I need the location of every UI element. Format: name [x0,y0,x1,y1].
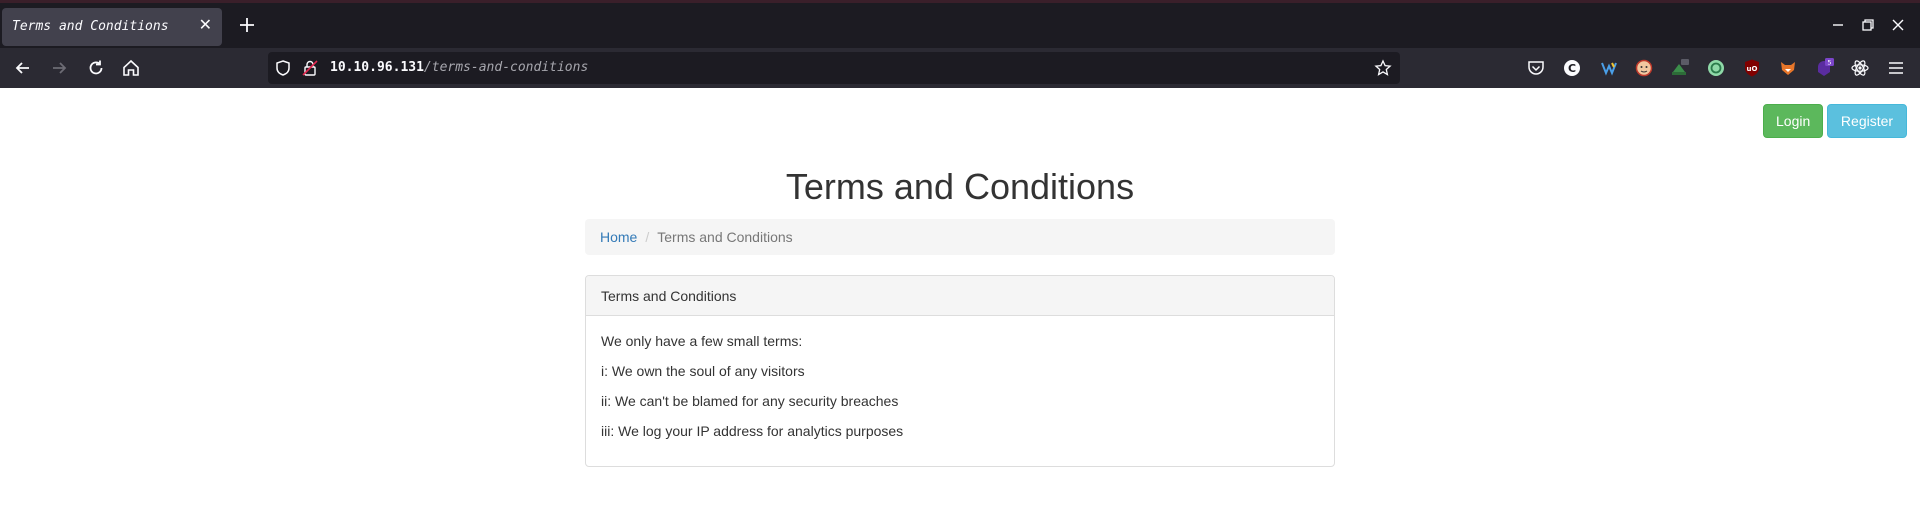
insecure-lock-icon[interactable] [301,59,319,77]
url-text[interactable]: 10.10.96.131/terms-and-conditions [330,60,588,75]
breadcrumb: Home / Terms and Conditions [585,219,1335,255]
shield-icon[interactable] [274,59,292,77]
address-bar[interactable]: 10.10.96.131/terms-and-conditions [268,52,1400,84]
face-extension-icon[interactable] [1634,58,1654,78]
svg-text:C: C [1568,62,1576,75]
svg-text:5: 5 [1827,59,1831,67]
purple-extension-icon[interactable]: 5 [1814,58,1834,78]
breadcrumb-home-link[interactable]: Home [600,229,637,245]
login-button[interactable]: Login [1763,104,1823,138]
svg-text:uO: uO [1747,65,1758,73]
hat-extension-icon[interactable] [1670,58,1690,78]
react-devtools-icon[interactable] [1850,58,1870,78]
wappalyzer-icon[interactable] [1599,58,1619,78]
back-icon[interactable] [13,58,33,78]
home-icon[interactable] [121,58,141,78]
term-item: iii: We log your IP address for analytic… [601,423,904,439]
breadcrumb-separator: / [645,229,650,245]
page-title: Terms and Conditions [785,166,1135,207]
term-item: i: We own the soul of any visitors [601,363,805,379]
tab-title: Terms and Conditions [12,19,169,34]
minimize-icon[interactable] [1829,16,1847,34]
window-close-icon[interactable] [1889,16,1907,34]
forward-icon[interactable] [49,58,69,78]
panel-heading: Terms and Conditions [586,276,1334,316]
new-tab-icon[interactable] [236,14,258,36]
breadcrumb-current: Terms and Conditions [657,229,793,245]
terms-panel: Terms and Conditions We only have a few … [585,275,1335,467]
tab-close-icon[interactable]: ✕ [199,17,212,35]
bookmark-star-icon[interactable] [1374,59,1392,77]
fox-extension-icon[interactable] [1778,58,1798,78]
pocket-icon[interactable] [1526,58,1546,78]
green-circle-extension-icon[interactable] [1706,58,1726,78]
url-host: 10.10.96.131 [330,60,424,75]
restore-icon[interactable] [1859,16,1877,34]
url-path: /terms-and-conditions [423,60,589,75]
register-button[interactable]: Register [1827,104,1907,138]
term-item: ii: We can't be blamed for any security … [601,393,899,409]
active-tab[interactable]: Terms and Conditions ✕ [2,8,222,46]
navigation-toolbar: 10.10.96.131/terms-and-conditions C uO 5 [0,48,1920,88]
c-extension-icon[interactable]: C [1562,58,1582,78]
web-page: Login Register Terms and Conditions Home… [0,88,1920,531]
hamburger-menu-icon[interactable] [1886,58,1906,78]
terms-intro: We only have a few small terms: [601,333,803,349]
panel-body: We only have a few small terms: i: We ow… [586,316,1334,466]
ublock-origin-icon[interactable]: uO [1742,58,1762,78]
reload-icon[interactable] [86,58,106,78]
tab-bar: Terms and Conditions ✕ [0,0,1920,48]
